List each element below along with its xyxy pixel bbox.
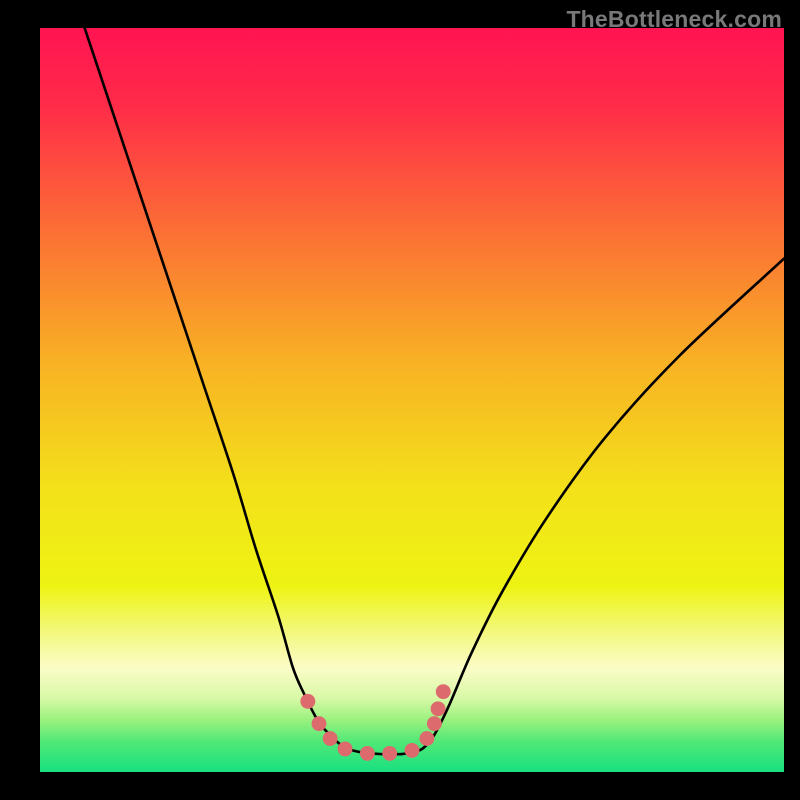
curve-layer: [40, 28, 784, 772]
left-curve: [85, 28, 401, 754]
trough-marker: [427, 716, 442, 731]
right-curve: [401, 259, 784, 755]
trough-marker: [360, 746, 375, 761]
trough-marker: [419, 731, 434, 746]
trough-marker: [323, 731, 338, 746]
trough-marker: [405, 743, 420, 758]
trough-marker: [431, 701, 446, 716]
trough-marker: [338, 741, 353, 756]
chart-frame: TheBottleneck.com: [0, 0, 800, 800]
trough-markers: [300, 684, 450, 761]
plot-area: [40, 28, 784, 772]
trough-marker: [300, 694, 315, 709]
trough-marker: [382, 746, 397, 761]
watermark-text: TheBottleneck.com: [566, 6, 782, 33]
trough-marker: [436, 684, 451, 699]
trough-marker: [312, 716, 327, 731]
